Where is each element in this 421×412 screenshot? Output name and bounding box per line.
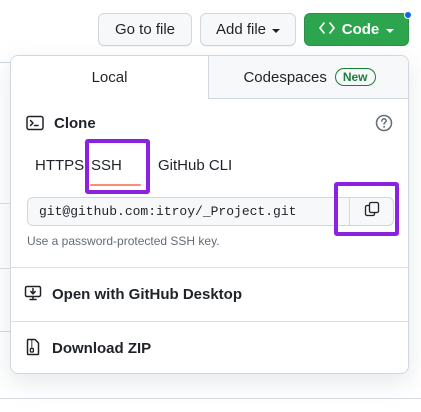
background-divider [0,268,10,269]
open-with-github-desktop-button[interactable]: Open with GitHub Desktop [11,268,408,321]
terminal-icon [26,115,44,136]
tab-local-label: Local [91,69,128,86]
download-zip-button[interactable]: Download ZIP [11,322,408,373]
tab-https[interactable]: HTTPS [35,157,84,174]
code-button[interactable]: Code [304,13,409,46]
ssh-hint-text: Use a password-protected SSH key. [27,234,220,248]
new-badge: New [334,68,376,86]
desktop-download-icon [24,284,42,306]
tab-codespaces-label: Codespaces [243,68,327,86]
chevron-down-icon [272,28,281,33]
file-zip-icon [24,338,42,360]
ssh-tab-highlight [85,139,150,194]
code-brackets-icon [318,21,335,39]
tab-codespaces[interactable]: Codespaces New [209,56,408,99]
code-label: Code [341,21,380,38]
add-file-button[interactable]: Add file [200,13,296,46]
stage: Go to file Add file Code Local Codespace… [0,0,421,412]
open-with-github-desktop-label: Open with GitHub Desktop [52,286,242,303]
copy-button-highlight [334,182,399,236]
panel-tabs: Local Codespaces New [11,56,408,99]
notification-dot [404,11,412,19]
chevron-down-icon [386,28,395,33]
question-icon[interactable] [375,114,393,137]
tab-local[interactable]: Local [11,56,209,99]
background-divider [0,203,10,204]
go-to-file-label: Go to file [114,21,176,38]
background-divider [0,398,421,399]
go-to-file-button[interactable]: Go to file [98,13,192,46]
clone-title: Clone [54,115,96,132]
tab-github-cli[interactable]: GitHub CLI [158,157,232,174]
download-zip-label: Download ZIP [52,340,152,357]
add-file-label: Add file [215,21,267,38]
